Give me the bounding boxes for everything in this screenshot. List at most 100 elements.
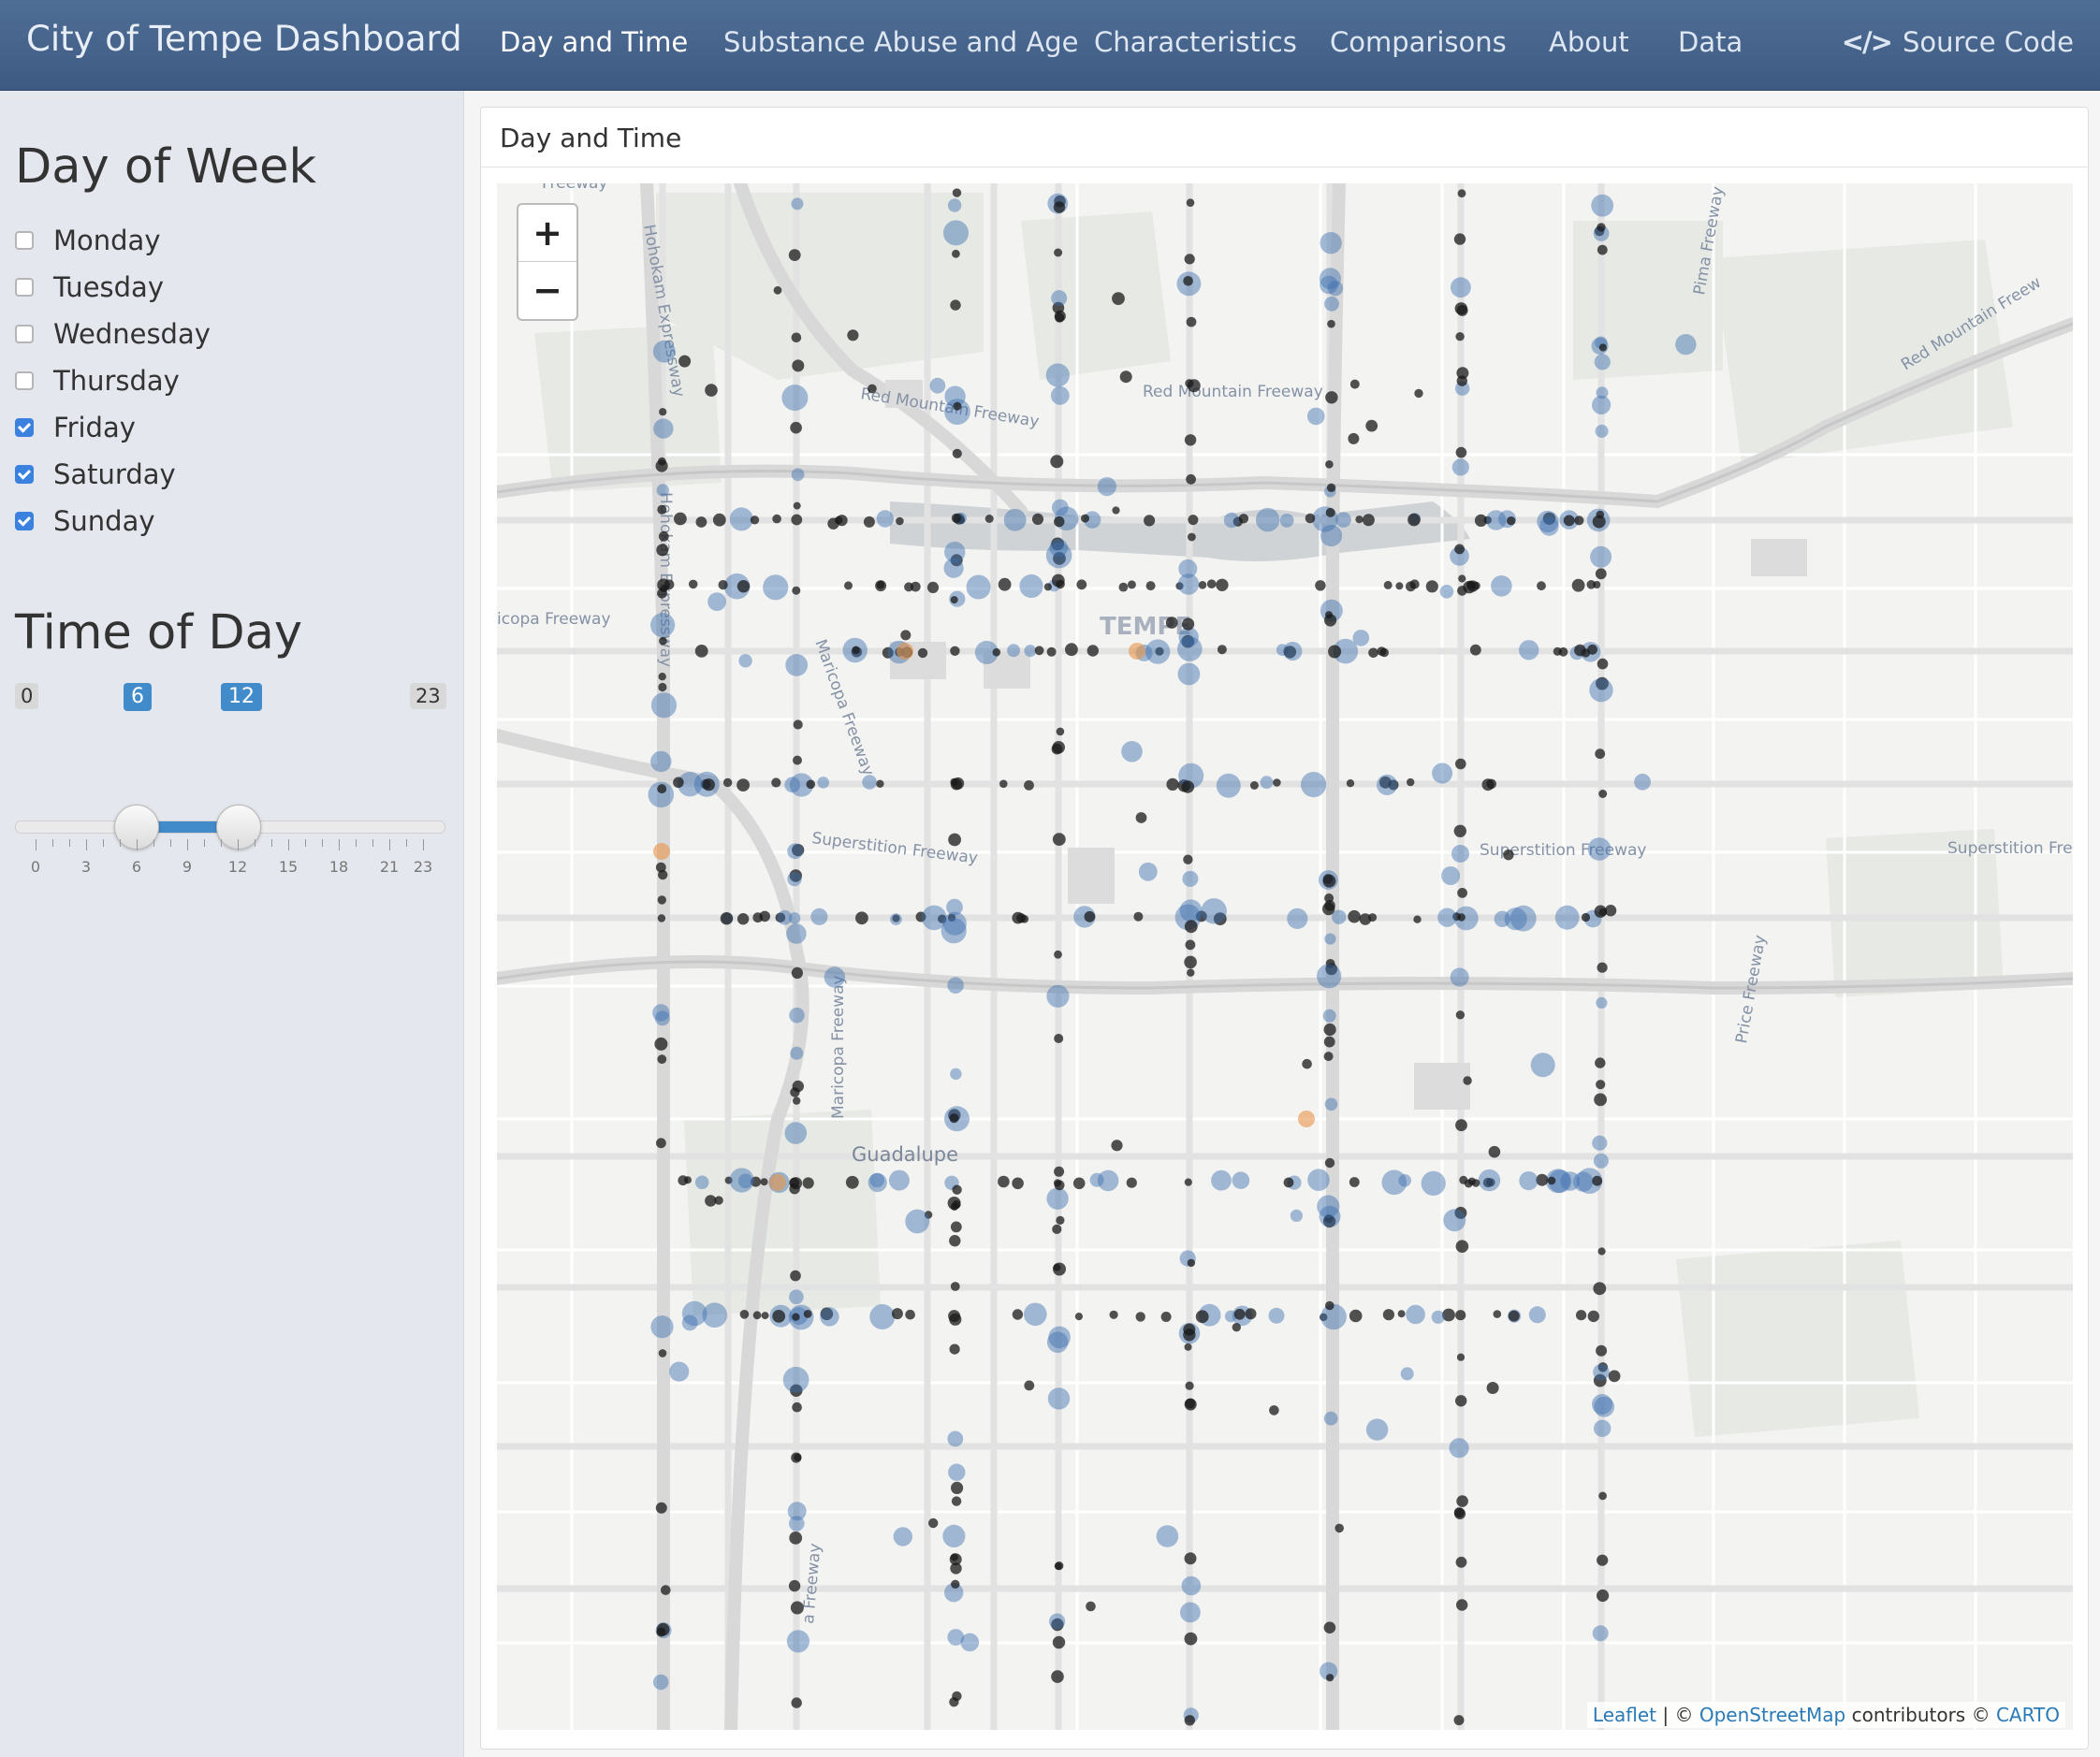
- crash-point[interactable]: [652, 1674, 669, 1691]
- crash-point[interactable]: [784, 1122, 808, 1144]
- crash-point[interactable]: [1084, 910, 1096, 922]
- crash-point[interactable]: [1383, 580, 1393, 589]
- crash-point[interactable]: [1097, 477, 1116, 497]
- crash-point[interactable]: [1302, 1058, 1312, 1069]
- crash-point[interactable]: [943, 220, 969, 246]
- crash-point[interactable]: [952, 249, 960, 258]
- crash-point[interactable]: [941, 918, 967, 944]
- crash-point[interactable]: [1395, 582, 1404, 590]
- crash-point[interactable]: [792, 1313, 800, 1321]
- crash-point[interactable]: [1045, 363, 1070, 387]
- crash-point[interactable]: [1595, 748, 1606, 760]
- crash-point[interactable]: [998, 577, 1012, 591]
- crash-point[interactable]: [1593, 1363, 1610, 1381]
- source-code-link[interactable]: </> Source Code: [1842, 26, 2074, 58]
- crash-point[interactable]: [657, 784, 667, 794]
- crash-point[interactable]: [657, 504, 667, 515]
- crash-point[interactable]: [1596, 1344, 1608, 1357]
- crash-point[interactable]: [705, 384, 718, 397]
- crash-point[interactable]: [1574, 515, 1584, 526]
- crash-point[interactable]: [658, 1349, 667, 1358]
- crash-point[interactable]: [1348, 432, 1360, 444]
- crash-point[interactable]: [1216, 578, 1229, 591]
- crash-point[interactable]: [1177, 662, 1201, 686]
- crash-point[interactable]: [1431, 1310, 1445, 1324]
- crash-point[interactable]: [847, 329, 859, 341]
- crash-point[interactable]: [1346, 779, 1355, 788]
- crash-point[interactable]: [1558, 646, 1568, 657]
- crash-point[interactable]: [944, 541, 966, 563]
- crash-point[interactable]: [1463, 1076, 1472, 1085]
- crash-point[interactable]: [718, 580, 728, 590]
- crash-point[interactable]: [1519, 640, 1539, 661]
- crash-point[interactable]: [1481, 778, 1495, 791]
- crash-point[interactable]: [1450, 967, 1469, 987]
- crash-point[interactable]: [1407, 777, 1415, 787]
- crash-point[interactable]: [1597, 1554, 1609, 1566]
- crash-point[interactable]: [1486, 510, 1507, 530]
- crash-point[interactable]: [786, 1630, 809, 1653]
- crash-point[interactable]: [1397, 1310, 1406, 1318]
- crash-point[interactable]: [787, 871, 802, 887]
- crash-point[interactable]: [694, 645, 708, 658]
- crash-point[interactable]: [1455, 758, 1466, 770]
- crash-point[interactable]: [1325, 611, 1333, 619]
- crash-point[interactable]: [1283, 641, 1303, 661]
- crash-point[interactable]: [1156, 1525, 1179, 1547]
- crash-point[interactable]: [1324, 893, 1334, 903]
- crash-point[interactable]: [1187, 379, 1201, 393]
- crash-point[interactable]: [1195, 1310, 1209, 1324]
- crash-point[interactable]: [650, 613, 676, 638]
- crash-point[interactable]: [803, 1310, 812, 1318]
- crash-point[interactable]: [1325, 391, 1338, 404]
- crash-point[interactable]: [1592, 395, 1611, 414]
- crash-point[interactable]: [659, 636, 667, 646]
- crash-point[interactable]: [782, 1366, 809, 1393]
- crash-point[interactable]: [1320, 524, 1343, 547]
- crash-point[interactable]: [1317, 964, 1342, 989]
- crash-point[interactable]: [736, 580, 751, 593]
- crash-point[interactable]: [1186, 316, 1197, 327]
- crash-point[interactable]: [785, 654, 809, 676]
- crash-point[interactable]: [1024, 1302, 1047, 1327]
- tab-day-and-time[interactable]: Day and Time: [500, 26, 688, 58]
- crash-point[interactable]: [1184, 1552, 1197, 1565]
- crash-point[interactable]: [950, 596, 958, 604]
- crash-point[interactable]: [1051, 574, 1065, 588]
- crash-point[interactable]: [650, 692, 678, 719]
- crash-point[interactable]: [792, 1080, 804, 1093]
- crash-point-severe[interactable]: [1298, 1111, 1315, 1127]
- crash-point[interactable]: [1451, 277, 1471, 298]
- crash-point[interactable]: [1319, 1205, 1341, 1227]
- crash-point[interactable]: [950, 777, 958, 786]
- crash-point[interactable]: [1594, 1419, 1611, 1438]
- crash-point[interactable]: [947, 1430, 964, 1447]
- crash-point[interactable]: [1586, 580, 1597, 589]
- crash-point[interactable]: [876, 510, 894, 528]
- crash-point[interactable]: [789, 1183, 800, 1195]
- tab-data[interactable]: Data: [1678, 26, 1743, 58]
- crash-point[interactable]: [1135, 812, 1147, 823]
- crash-point[interactable]: [1451, 458, 1469, 476]
- crash-point[interactable]: [1597, 223, 1606, 232]
- crash-point[interactable]: [900, 630, 911, 641]
- crash-point[interactable]: [655, 459, 668, 472]
- crash-point[interactable]: [1368, 913, 1378, 922]
- crash-point[interactable]: [791, 197, 804, 211]
- crash-point[interactable]: [948, 1463, 966, 1481]
- crash-point[interactable]: [1217, 645, 1227, 655]
- crash-point[interactable]: [1593, 1282, 1607, 1296]
- crash-point[interactable]: [1233, 1308, 1246, 1320]
- crash-point[interactable]: [1216, 773, 1241, 798]
- crash-point[interactable]: [793, 719, 803, 730]
- crash-point[interactable]: [784, 777, 801, 793]
- crash-point[interactable]: [760, 1178, 768, 1186]
- crash-point[interactable]: [1406, 1304, 1425, 1325]
- crash-point[interactable]: [1488, 1145, 1501, 1158]
- crash-point[interactable]: [1324, 296, 1339, 312]
- crash-point[interactable]: [1111, 1140, 1123, 1152]
- crash-point[interactable]: [824, 966, 846, 988]
- crash-point[interactable]: [791, 468, 805, 482]
- crash-point[interactable]: [1127, 580, 1136, 589]
- crash-point[interactable]: [1503, 849, 1514, 861]
